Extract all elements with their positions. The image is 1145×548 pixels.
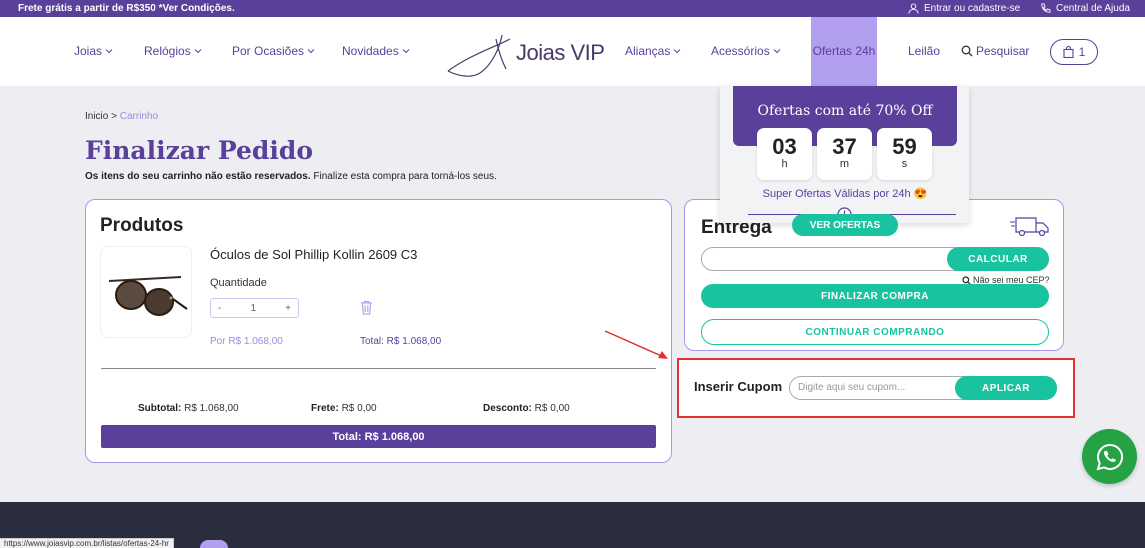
chevron-down-icon bbox=[402, 49, 410, 54]
subtotal-value: R$ 1.068,00 bbox=[181, 403, 239, 414]
page-title: Finalizar Pedido bbox=[85, 136, 314, 165]
search-label: Pesquisar bbox=[976, 44, 1030, 58]
continue-shopping-button[interactable]: CONTINUAR COMPRANDO bbox=[701, 319, 1049, 345]
shopping-bag-icon bbox=[1063, 46, 1074, 58]
nav-acessorios-label: Acessórios bbox=[711, 44, 770, 58]
whatsapp-button[interactable] bbox=[1082, 429, 1137, 484]
search-link[interactable]: Pesquisar bbox=[961, 44, 1029, 58]
nav-leilao[interactable]: Leilão bbox=[908, 44, 940, 58]
seconds-unit: s bbox=[901, 158, 908, 170]
login-link[interactable]: Entrar ou cadastre-se bbox=[908, 3, 1020, 14]
nav-novidades-label: Novidades bbox=[342, 44, 399, 58]
coupon-section: Inserir Cupom Digite aqui seu cupom... A… bbox=[677, 358, 1075, 418]
nav-joias-label: Joias bbox=[74, 44, 103, 58]
footer-decoration bbox=[200, 540, 228, 548]
countdown-minutes: 37 m bbox=[817, 128, 872, 180]
minutes-unit: m bbox=[839, 158, 850, 170]
nav-acessorios[interactable]: Acessórios bbox=[711, 44, 781, 58]
offer-title: Ofertas com até 70% Off bbox=[757, 103, 933, 119]
checkout-button[interactable]: FINALIZAR COMPRA bbox=[701, 284, 1049, 308]
item-total: Total: R$ 1.068,00 bbox=[360, 336, 442, 347]
page-subtitle: Os itens do seu carrinho não estão reser… bbox=[85, 171, 497, 182]
qty-value[interactable]: 1 bbox=[250, 303, 256, 314]
grand-total-bar: Total: R$ 1.068,00 bbox=[101, 425, 656, 448]
breadcrumb-home[interactable]: Inicio > bbox=[85, 111, 117, 122]
offer-subtitle: Super Ofertas Válidas por 24h 😍 bbox=[762, 188, 928, 200]
nav-aliancas-label: Alianças bbox=[625, 44, 671, 58]
minutes-value: 37 bbox=[832, 134, 857, 159]
quantity-label: Quantidade bbox=[210, 277, 267, 289]
nav-ocasioes[interactable]: Por Ocasiões bbox=[232, 44, 315, 58]
nav-ocasioes-label: Por Ocasiões bbox=[232, 44, 305, 58]
truck-icon bbox=[1010, 217, 1049, 237]
offers-countdown-popup: Ofertas com até 70% Off 03 h 37 m 59 s S… bbox=[720, 86, 969, 223]
sunglasses-image bbox=[108, 276, 188, 316]
login-label: Entrar ou cadastre-se bbox=[924, 3, 1021, 14]
discount: Desconto: R$ 0,00 bbox=[483, 403, 570, 414]
nav-joias[interactable]: Joias bbox=[74, 44, 113, 58]
qty-plus-button[interactable]: + bbox=[285, 303, 291, 314]
seconds-value: 59 bbox=[892, 134, 917, 159]
chevron-down-icon bbox=[194, 49, 202, 54]
cart-count: 1 bbox=[1078, 45, 1086, 59]
coupon-label: Inserir Cupom bbox=[694, 379, 783, 394]
apply-coupon-button[interactable]: APLICAR bbox=[955, 376, 1057, 400]
phone-icon bbox=[1041, 3, 1051, 13]
subtitle-rest: Finalize esta compra para torná-los seus… bbox=[310, 171, 497, 182]
desconto-label: Desconto: bbox=[483, 403, 532, 414]
trash-icon[interactable] bbox=[360, 300, 373, 315]
chevron-down-icon bbox=[105, 49, 113, 54]
user-icon bbox=[908, 3, 919, 14]
subtotal: Subtotal: R$ 1.068,00 bbox=[138, 403, 239, 414]
chevron-down-icon bbox=[307, 49, 315, 54]
calculate-shipping-button[interactable]: CALCULAR bbox=[947, 247, 1049, 271]
nav-ofertas-24h[interactable]: Ofertas 24h bbox=[811, 17, 877, 86]
main-header: Joias Relógios Por Ocasiões Novidades Jo… bbox=[0, 17, 1145, 86]
nav-relogios[interactable]: Relógios bbox=[144, 44, 202, 58]
cart-button[interactable]: 1 bbox=[1050, 39, 1098, 65]
whatsapp-icon bbox=[1096, 443, 1123, 470]
qty-minus-button[interactable]: - bbox=[218, 303, 221, 314]
nav-novidades[interactable]: Novidades bbox=[342, 44, 410, 58]
search-icon bbox=[961, 45, 973, 57]
divider bbox=[101, 368, 656, 369]
breadcrumb: Inicio > Carrinho bbox=[85, 111, 158, 122]
chevron-down-icon bbox=[674, 49, 681, 54]
quantity-stepper: - 1 + bbox=[210, 298, 299, 318]
subtotal-label: Subtotal: bbox=[138, 403, 182, 414]
see-offers-button[interactable]: VER OFERTAS bbox=[792, 214, 898, 236]
countdown-hours: 03 h bbox=[757, 128, 812, 180]
annotation-arrow bbox=[604, 330, 668, 359]
product-name[interactable]: Óculos de Sol Phillip Kollin 2609 C3 bbox=[210, 247, 417, 262]
nav-relogios-label: Relógios bbox=[144, 44, 191, 58]
free-shipping-promo[interactable]: Frete grátis a partir de R$350 *Ver Cond… bbox=[18, 3, 235, 14]
product-image[interactable] bbox=[101, 247, 191, 337]
chevron-down-icon bbox=[773, 49, 781, 54]
desconto-value: R$ 0,00 bbox=[531, 403, 570, 414]
subtitle-bold: Os itens do seu carrinho não estão reser… bbox=[85, 171, 311, 182]
shipping-cost: Frete: R$ 0,00 bbox=[311, 403, 377, 414]
top-promo-bar: Frete grátis a partir de R$350 *Ver Cond… bbox=[0, 0, 1145, 17]
frete-value: R$ 0,00 bbox=[338, 403, 377, 414]
breadcrumb-current: Carrinho bbox=[119, 111, 159, 122]
unit-price: Por R$ 1.068,00 bbox=[210, 336, 283, 347]
frete-label: Frete: bbox=[311, 403, 339, 414]
countdown-seconds: 59 s bbox=[877, 128, 932, 180]
logo-text[interactable]: Joias VIP bbox=[516, 40, 605, 66]
help-center-link[interactable]: Central de Ajuda bbox=[1040, 3, 1130, 14]
browser-status-url: https://www.joiasvip.com.br/listas/ofert… bbox=[0, 538, 174, 548]
products-title: Produtos bbox=[100, 215, 184, 236]
help-label: Central de Ajuda bbox=[1056, 3, 1130, 14]
products-card: Produtos Óculos de Sol Phillip Kollin 26… bbox=[85, 199, 672, 463]
nav-leilao-label: Leilão bbox=[908, 44, 941, 58]
nav-aliancas[interactable]: Alianças bbox=[625, 44, 681, 58]
hours-unit: h bbox=[781, 158, 788, 170]
hours-value: 03 bbox=[772, 134, 797, 159]
